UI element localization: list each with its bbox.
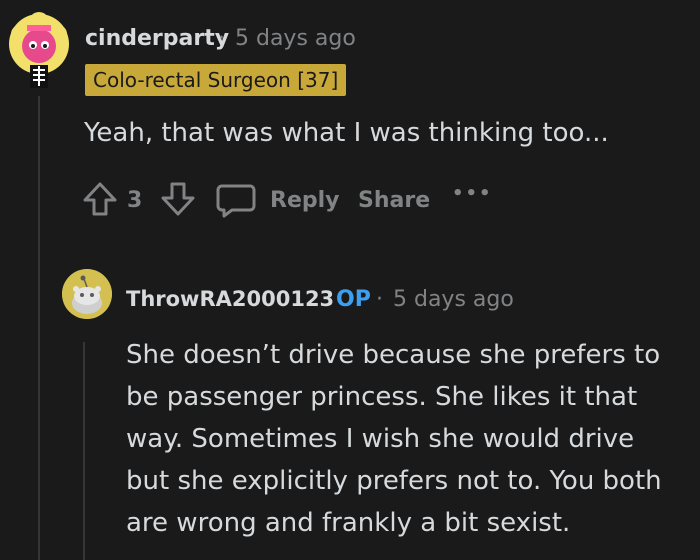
vote-count: 3	[127, 188, 143, 213]
comment-body-line: but she explicitly prefers not to. You b…	[126, 466, 662, 496]
comment-thread-line[interactable]	[38, 96, 40, 560]
comment-body-line: way. Sometimes I wish she would drive	[126, 424, 635, 454]
comment-body-line: be passenger princess. She likes it that	[126, 382, 638, 412]
share-button[interactable]: Share	[358, 188, 430, 213]
downvote-arrow-icon[interactable]	[160, 181, 196, 221]
comment-timestamp[interactable]: 5 days ago	[235, 26, 356, 51]
reply-thread-line[interactable]	[83, 342, 85, 560]
op-badge: OP	[336, 287, 371, 312]
comment-body: Yeah, that was what I was thinking too..…	[84, 118, 609, 148]
more-options-icon[interactable]: •••	[452, 183, 493, 204]
upvote-arrow-icon[interactable]	[82, 181, 118, 221]
meta-separator: ·	[376, 287, 383, 312]
user-avatar[interactable]	[62, 269, 112, 319]
comment-author[interactable]: cinderparty	[85, 26, 229, 51]
comment-body-line: are wrong and frankly a bit sexist.	[126, 508, 571, 538]
comment-timestamp[interactable]: 5 days ago	[393, 287, 514, 312]
comment-body-line: She doesn’t drive because she prefers to	[126, 340, 661, 370]
reply-button[interactable]: Reply	[270, 188, 340, 213]
user-flair: Colo-rectal Surgeon [37]	[85, 64, 347, 96]
comment-bubble-icon[interactable]	[216, 183, 256, 223]
comment-author[interactable]: ThrowRA2000123	[126, 287, 334, 311]
meta-separator: ·	[218, 26, 225, 51]
user-avatar[interactable]	[8, 12, 70, 90]
